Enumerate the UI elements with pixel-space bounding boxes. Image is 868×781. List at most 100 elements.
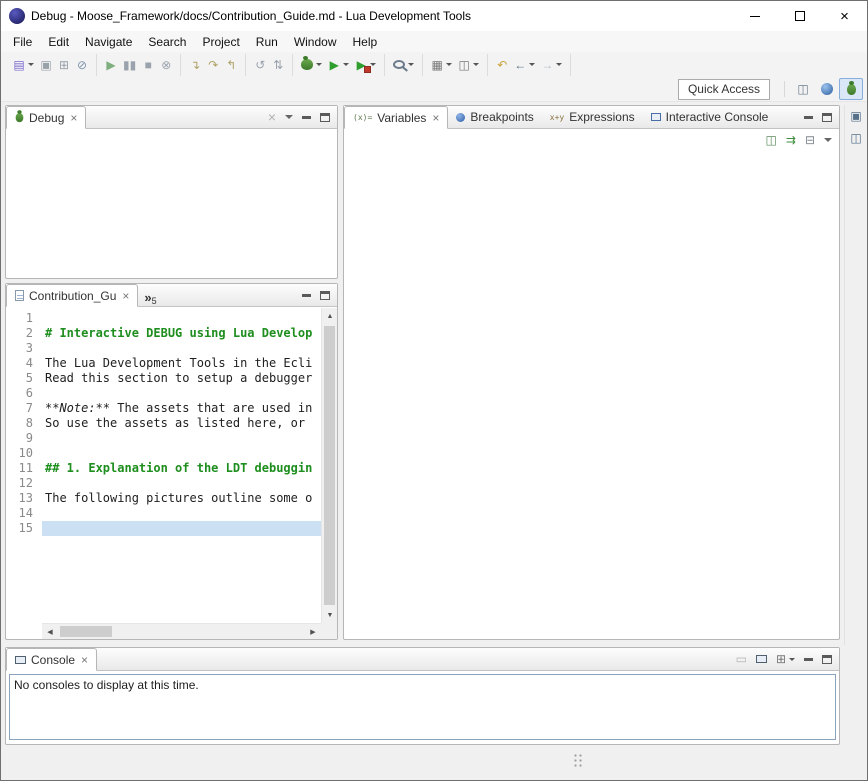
editor-line[interactable]: [42, 386, 321, 401]
dropdown-arrow-icon[interactable]: [789, 658, 795, 661]
minimize-view-button[interactable]: [302, 294, 311, 297]
show-type-names-button[interactable]: ⇉: [786, 134, 796, 146]
disconnect-button[interactable]: ⊗: [157, 54, 175, 76]
collapse-all-button[interactable]: ⊟: [805, 134, 815, 146]
editor-line[interactable]: ## 1. Explanation of the LDT debuggin: [42, 461, 321, 476]
scroll-up-icon[interactable]: ▲: [322, 308, 338, 324]
dropdown-arrow-icon[interactable]: [28, 63, 34, 66]
step-return-button[interactable]: ↰: [222, 54, 240, 76]
open-perspective-button[interactable]: ◫: [791, 78, 815, 100]
editor-line[interactable]: Read this section to setup a debugger: [42, 371, 321, 386]
editor-line[interactable]: **Note:** The assets that are used in: [42, 401, 321, 416]
show-logical-structure-button[interactable]: ◫: [766, 134, 777, 146]
menu-navigate[interactable]: Navigate: [77, 32, 140, 52]
menu-window[interactable]: Window: [286, 32, 345, 52]
remove-all-terminated-button[interactable]: ×: [268, 110, 276, 124]
maximize-view-button[interactable]: [320, 113, 330, 122]
editor-body[interactable]: 123456789101112131415 # Interactive DEBU…: [6, 308, 321, 623]
minimize-view-button[interactable]: [804, 658, 813, 661]
view-menu-button[interactable]: [285, 115, 293, 119]
console-output[interactable]: No consoles to display at this time.: [9, 674, 836, 740]
minimize-view-button[interactable]: [804, 116, 813, 119]
last-edit-location-button[interactable]: ↶: [493, 54, 511, 76]
editor-vertical-scrollbar[interactable]: ▲ ▼: [321, 308, 337, 623]
menu-help[interactable]: Help: [345, 32, 386, 52]
editor-line[interactable]: [42, 506, 321, 521]
code-area[interactable]: # Interactive DEBUG using Lua Develop The…: [42, 311, 321, 623]
editor-line[interactable]: [42, 311, 321, 326]
display-selected-console-button[interactable]: [756, 655, 767, 663]
view-menu-button[interactable]: [824, 138, 832, 142]
minimized-view-button[interactable]: ◫: [845, 127, 867, 149]
step-over-button[interactable]: ↷: [204, 54, 222, 76]
editor-line[interactable]: # Interactive DEBUG using Lua Develop: [42, 326, 321, 341]
editor-horizontal-scrollbar[interactable]: ◀ ▶: [42, 623, 321, 639]
close-tab-icon[interactable]: ×: [432, 111, 439, 125]
minimize-view-button[interactable]: [302, 116, 311, 119]
suspend-button[interactable]: ▮▮: [120, 54, 139, 76]
maximize-window-button[interactable]: [777, 1, 822, 31]
new-button[interactable]: ▤: [10, 54, 37, 76]
maximize-view-button[interactable]: [822, 113, 832, 122]
dropdown-arrow-icon[interactable]: [556, 63, 562, 66]
step-into-button[interactable]: ↴: [186, 54, 204, 76]
close-window-button[interactable]: ×: [822, 1, 867, 31]
menu-run[interactable]: Run: [248, 32, 286, 52]
tab-debug[interactable]: Debug ×: [6, 106, 86, 129]
dropdown-arrow-icon[interactable]: [473, 63, 479, 66]
editor-line[interactable]: The Lua Development Tools in the Ecli: [42, 356, 321, 371]
debug-perspective-button[interactable]: [839, 78, 863, 100]
close-tab-icon[interactable]: ×: [81, 653, 88, 667]
tab-contribution-guide[interactable]: Contribution_Gu ×: [6, 284, 138, 307]
lua-perspective-button[interactable]: [815, 78, 839, 100]
editor-line[interactable]: [42, 341, 321, 356]
menu-edit[interactable]: Edit: [40, 32, 77, 52]
dropdown-arrow-icon[interactable]: [408, 63, 414, 66]
editor-line[interactable]: So use the assets as listed here, or: [42, 416, 321, 431]
drop-to-frame-button[interactable]: ↺: [251, 54, 269, 76]
save-all-button[interactable]: ⊞: [55, 54, 73, 76]
scroll-down-icon[interactable]: ▼: [322, 607, 338, 623]
external-tools-button[interactable]: ▶: [352, 54, 379, 76]
dropdown-arrow-icon[interactable]: [529, 63, 535, 66]
menu-search[interactable]: Search: [140, 32, 194, 52]
minimize-window-button[interactable]: [732, 1, 777, 31]
scrollbar-thumb[interactable]: [324, 326, 335, 605]
tab-interactive-console[interactable]: Interactive Console: [643, 106, 777, 128]
clear-console-button[interactable]: ▭: [736, 653, 747, 665]
menu-project[interactable]: Project: [194, 32, 247, 52]
skip-all-breakpoints-button[interactable]: ⊘: [73, 54, 91, 76]
resume-button[interactable]: ▶: [102, 54, 120, 76]
maximize-view-button[interactable]: [822, 655, 832, 664]
tab-console[interactable]: Console ×: [6, 648, 97, 671]
restore-minimized-view-button[interactable]: ▣: [845, 105, 867, 127]
scroll-right-icon[interactable]: ▶: [305, 624, 321, 640]
forward-button[interactable]: →: [538, 54, 565, 76]
use-step-filters-button[interactable]: ⇅: [269, 54, 287, 76]
search-button[interactable]: [390, 54, 417, 76]
run-button[interactable]: ▶: [325, 54, 352, 76]
editor-line[interactable]: The following pictures outline some o: [42, 491, 321, 506]
editor-line[interactable]: [42, 476, 321, 491]
new-wizard-button[interactable]: ▦: [428, 54, 455, 76]
dropdown-arrow-icon[interactable]: [343, 63, 349, 66]
maximize-view-button[interactable]: [320, 291, 330, 300]
scroll-left-icon[interactable]: ◀: [42, 624, 58, 640]
editor-line[interactable]: [42, 446, 321, 461]
tab-expressions[interactable]: x+y Expressions: [542, 106, 643, 128]
terminate-button[interactable]: ■: [139, 54, 157, 76]
back-button[interactable]: ←: [511, 54, 538, 76]
tab-breakpoints[interactable]: Breakpoints: [448, 106, 541, 128]
menu-file[interactable]: File: [5, 32, 40, 52]
trim-drag-handle[interactable]: [573, 753, 583, 767]
save-button[interactable]: ▣: [37, 54, 55, 76]
open-element-button[interactable]: ◫: [455, 54, 482, 76]
scrollbar-thumb[interactable]: [60, 626, 112, 637]
debug-button[interactable]: [298, 54, 325, 76]
close-tab-icon[interactable]: ×: [122, 289, 129, 303]
close-tab-icon[interactable]: ×: [70, 111, 77, 125]
editor-line[interactable]: [42, 431, 321, 446]
editor-tab-overflow-button[interactable]: » 5: [138, 284, 162, 306]
tab-variables[interactable]: (x)= Variables ×: [344, 106, 448, 129]
dropdown-arrow-icon[interactable]: [316, 63, 322, 66]
